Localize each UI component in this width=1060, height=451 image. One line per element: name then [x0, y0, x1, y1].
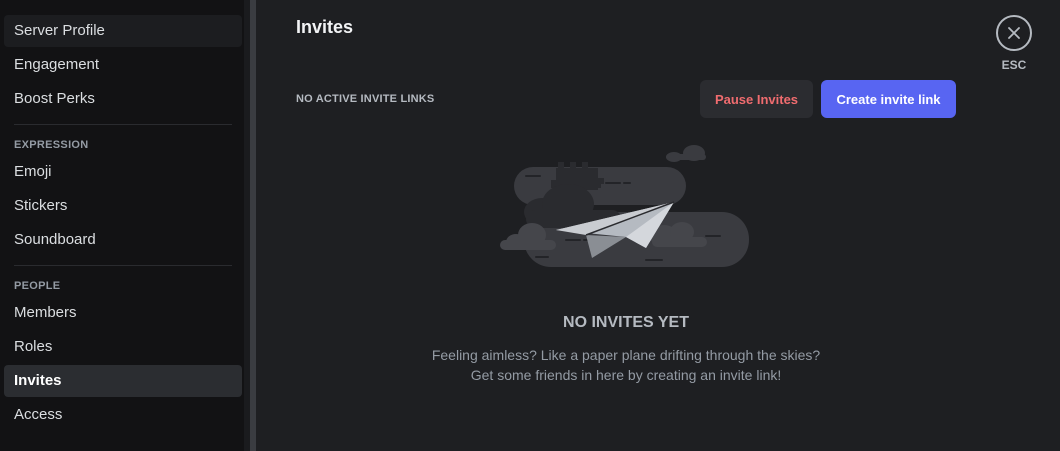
sidebar-item-boost-perks[interactable]: Boost Perks [4, 83, 242, 115]
sidebar-item-engagement[interactable]: Engagement [4, 49, 242, 81]
close-settings[interactable]: ESC [994, 15, 1034, 72]
empty-state-line-2: Get some friends in here by creating an … [470, 367, 782, 383]
sidebar-divider [14, 265, 232, 266]
sidebar-item-emoji[interactable]: Emoji [4, 156, 242, 188]
sidebar-scrollbar[interactable] [244, 0, 250, 451]
page-title: Invites [296, 17, 354, 37]
close-icon [1008, 27, 1020, 39]
sidebar-item-members[interactable]: Members [4, 297, 242, 329]
sidebar-item-access[interactable]: Access [4, 399, 242, 431]
settings-sidebar: Server Profile Engagement Boost Perks EX… [0, 0, 250, 451]
sidebar-item-stickers[interactable]: Stickers [4, 190, 242, 222]
sidebar-item-invites[interactable]: Invites [4, 365, 242, 397]
empty-state-description: Feeling aimless? Like a paper plane drif… [256, 345, 996, 385]
esc-label: ESC [1001, 58, 1027, 72]
paper-plane-icon [500, 145, 749, 267]
create-invite-link-button[interactable]: Create invite link [821, 80, 956, 118]
close-button[interactable] [996, 15, 1032, 51]
sidebar-header-expression: EXPRESSION [14, 139, 89, 151]
sidebar-item-server-profile[interactable]: Server Profile [4, 15, 242, 47]
sidebar-header-people: PEOPLE [14, 280, 61, 292]
empty-state-title: NO INVITES YET [563, 314, 689, 331]
sidebar-divider [14, 124, 232, 125]
empty-state-line-1: Feeling aimless? Like a paper plane drif… [431, 347, 821, 363]
settings-window: Server Profile Engagement Boost Perks EX… [0, 0, 1060, 451]
sidebar-item-roles[interactable]: Roles [4, 331, 242, 363]
pause-invites-button[interactable]: Pause Invites [700, 80, 813, 118]
active-invites-label: NO ACTIVE INVITE LINKS [296, 93, 435, 105]
sidebar-item-soundboard[interactable]: Soundboard [4, 224, 242, 256]
invites-panel: Invites NO ACTIVE INVITE LINKS Pause Inv… [256, 0, 1060, 451]
